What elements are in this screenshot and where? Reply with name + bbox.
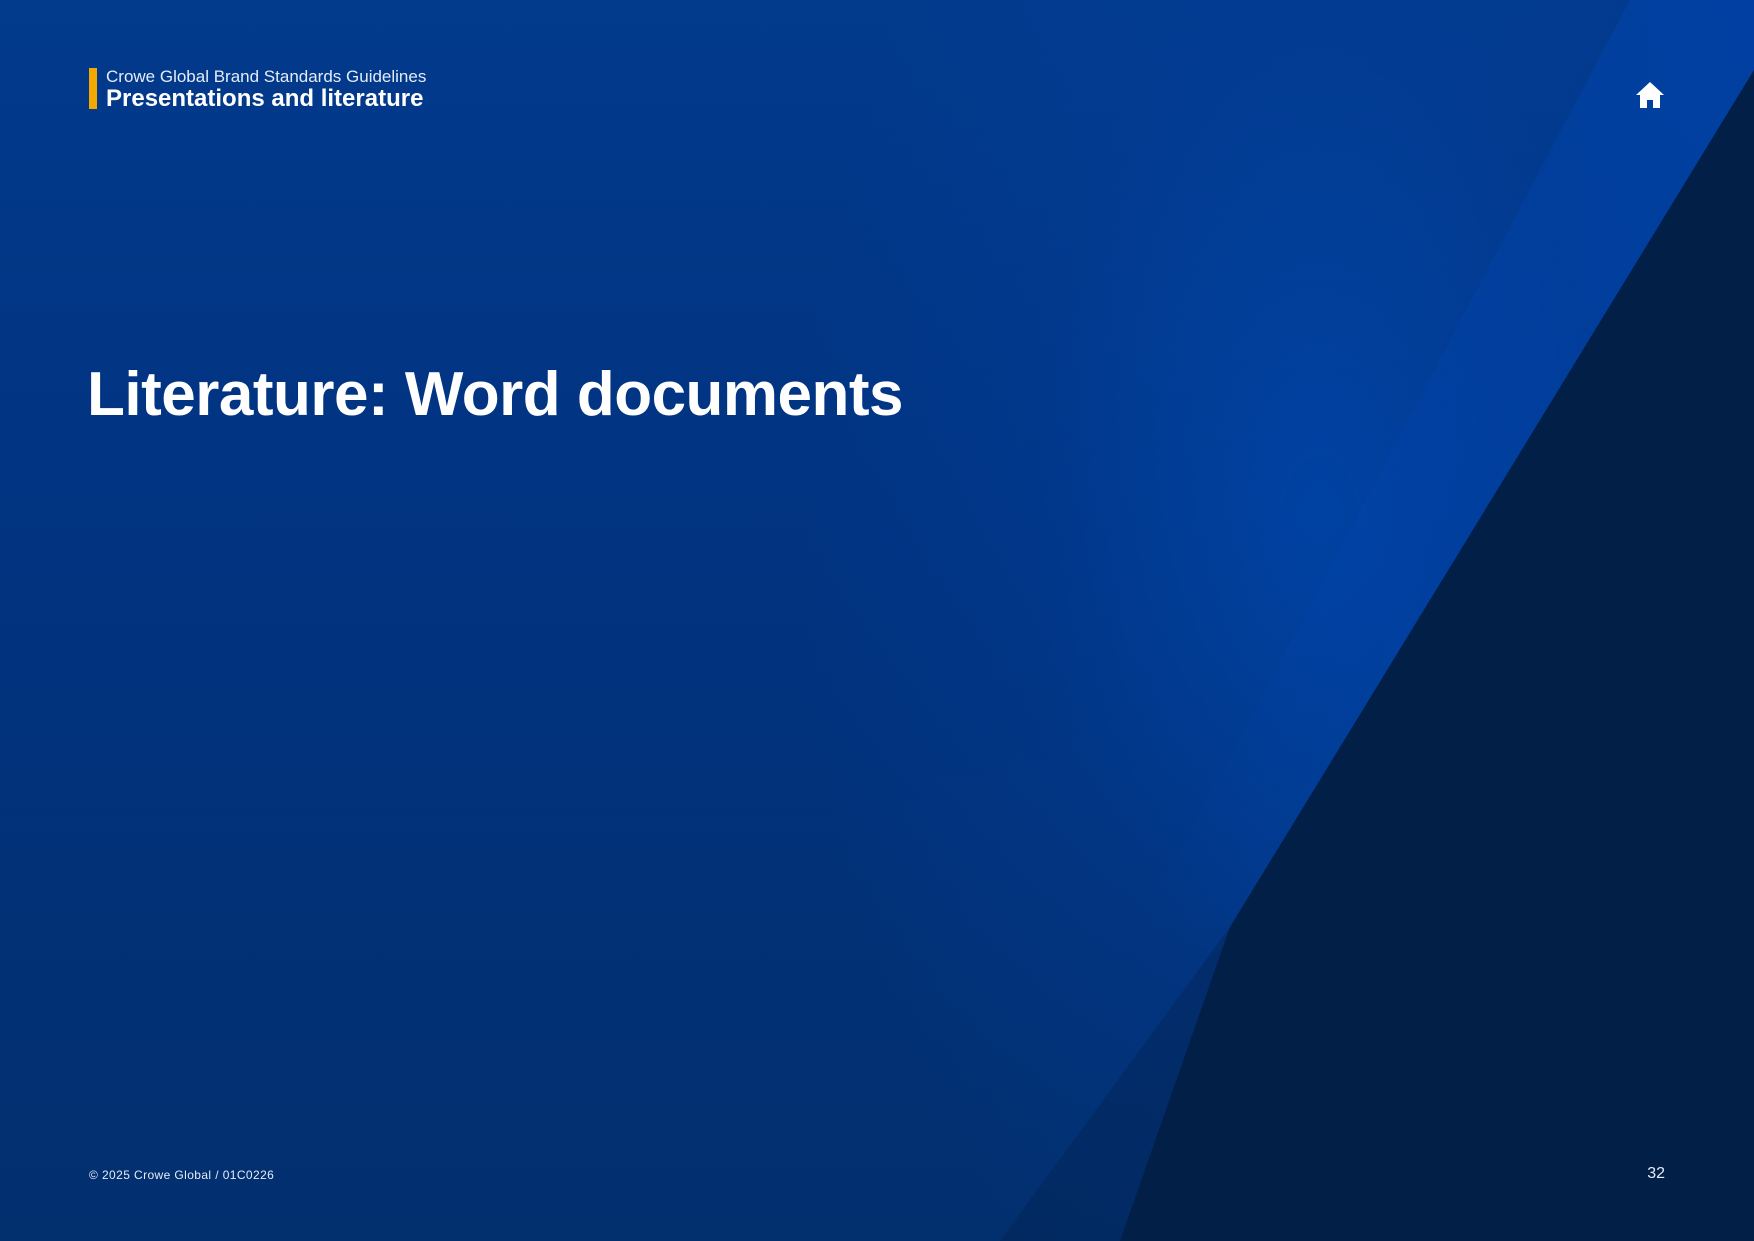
- footer-copyright: © 2025 Crowe Global / 01C0226: [89, 1168, 275, 1182]
- slide-page: Crowe Global Brand Standards Guidelines …: [0, 0, 1754, 1241]
- background-decoration: [1000, 0, 1754, 1241]
- page-number: 32: [1647, 1165, 1665, 1182]
- section-title: Presentations and literature: [106, 85, 424, 112]
- document-title: Crowe Global Brand Standards Guidelines: [106, 67, 427, 86]
- accent-bar: [89, 68, 97, 109]
- page-title: Literature: Word documents: [87, 360, 904, 429]
- home-icon[interactable]: [1634, 80, 1666, 110]
- dark-triangle: [1120, 70, 1754, 1241]
